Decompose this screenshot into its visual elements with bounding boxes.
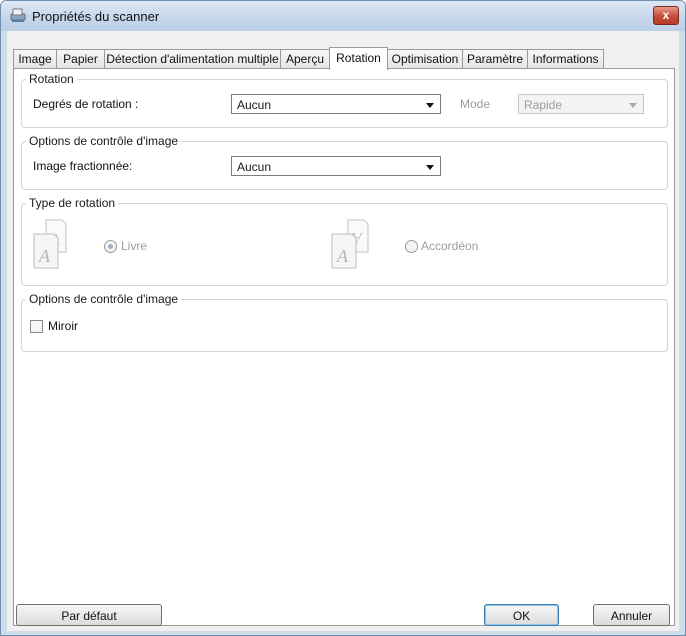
fan-radio[interactable] (405, 240, 418, 253)
chevron-down-icon (426, 103, 434, 108)
tab-informations[interactable]: Informations (527, 49, 604, 68)
chevron-down-icon (426, 165, 434, 170)
rotation-tab-panel: Rotation Degrés de rotation : Aucun Mode… (13, 68, 675, 626)
fan-rotation-icon: A A (331, 219, 369, 269)
ok-button[interactable]: OK (484, 604, 559, 626)
rotation-type-group-label: Type de rotation (26, 196, 119, 210)
image-control-group-2: Options de contrôle d'image Miroir (21, 292, 668, 352)
chevron-down-icon (629, 103, 637, 108)
split-image-label: Image fractionnée: (33, 159, 133, 173)
tab-image[interactable]: Image (13, 49, 57, 68)
dialog-client-area: Image Papier Détection d'alimentation mu… (7, 31, 679, 631)
mirror-checkbox-label: Miroir (48, 319, 78, 333)
book-radio[interactable] (104, 240, 117, 253)
tab-papier[interactable]: Papier (56, 49, 105, 68)
split-image-value: Aucun (237, 160, 272, 174)
scanner-properties-window: Propriétés du scanner x Image Papier Dét… (0, 0, 686, 636)
tab-apercu[interactable]: Aperçu (280, 49, 330, 68)
close-button[interactable]: x (653, 6, 679, 25)
image-control-group-2-label: Options de contrôle d'image (26, 292, 182, 306)
tab-optimisation[interactable]: Optimisation (387, 49, 463, 68)
rotation-degrees-select[interactable]: Aucun (231, 94, 441, 114)
svg-text:A: A (336, 246, 349, 266)
default-button[interactable]: Par défaut (16, 604, 162, 626)
tab-rotation[interactable]: Rotation (329, 47, 388, 70)
book-rotation-icon: A A (33, 219, 67, 269)
book-radio-label: Livre (121, 239, 148, 253)
mode-select[interactable]: Rapide (518, 94, 644, 114)
mode-label: Mode (460, 97, 491, 111)
image-control-group-label: Options de contrôle d'image (26, 134, 182, 148)
fan-radio-label: Accordéon (421, 239, 479, 253)
image-control-group: Options de contrôle d'image Image fracti… (21, 134, 668, 190)
scanner-icon (10, 8, 26, 22)
rotation-degrees-value: Aucun (237, 98, 272, 112)
mode-value: Rapide (524, 98, 563, 112)
rotation-degrees-label: Degrés de rotation : (33, 97, 139, 111)
rotation-group-label: Rotation (26, 72, 77, 86)
mirror-checkbox[interactable] (30, 320, 43, 333)
tab-parametre[interactable]: Paramètre (462, 49, 528, 68)
tab-detection-alimentation-multiple[interactable]: Détection d'alimentation multiple (104, 49, 281, 68)
rotation-type-group: Type de rotation A A Livre A A Accordéon (21, 196, 668, 286)
rotation-group: Rotation Degrés de rotation : Aucun Mode… (21, 72, 668, 128)
split-image-select[interactable]: Aucun (231, 156, 441, 176)
cancel-button[interactable]: Annuler (593, 604, 670, 626)
window-title: Propriétés du scanner (32, 9, 160, 24)
title-bar[interactable]: Propriétés du scanner x (1, 1, 685, 31)
svg-text:A: A (38, 246, 51, 266)
